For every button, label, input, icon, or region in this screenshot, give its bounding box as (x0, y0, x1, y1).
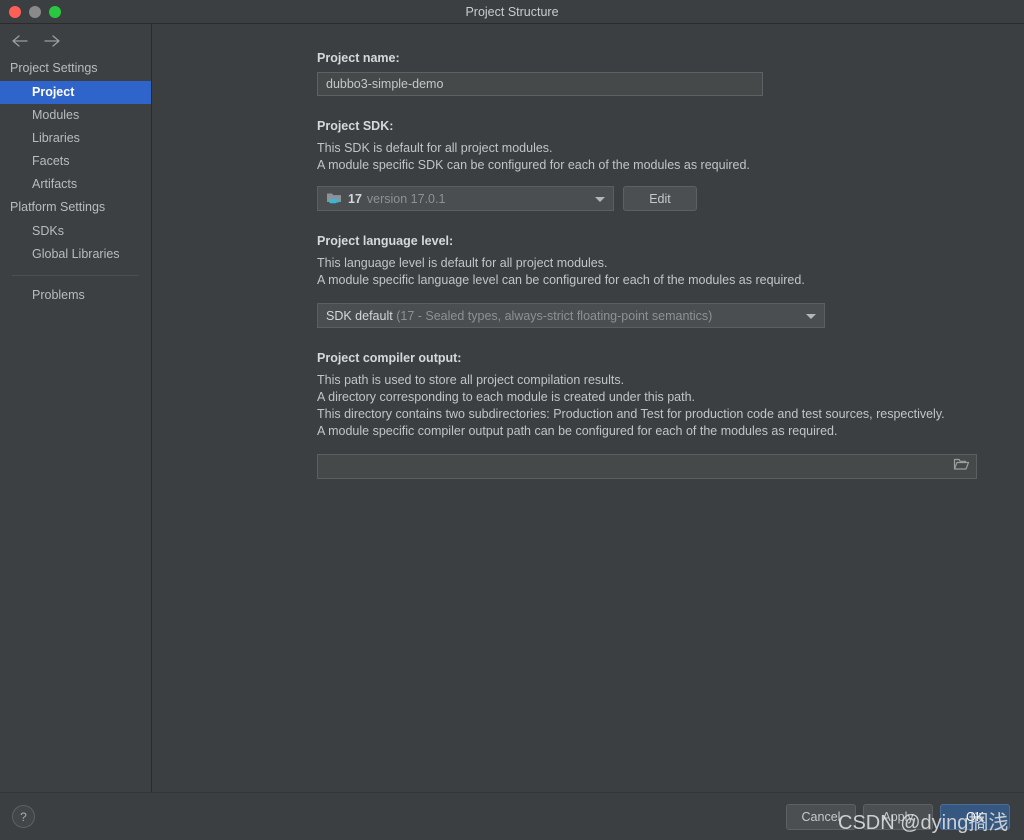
project-sdk-section: Project SDK: This SDK is default for all… (317, 118, 1024, 211)
compiler-output-desc-line4: A module specific compiler output path c… (317, 424, 838, 438)
sidebar-nav-arrows (0, 29, 151, 57)
cancel-button[interactable]: Cancel (786, 803, 856, 830)
forward-arrow-icon[interactable] (43, 33, 61, 49)
sidebar-item-facets[interactable]: Facets (0, 150, 151, 173)
sidebar-item-artifacts[interactable]: Artifacts (0, 173, 151, 196)
language-level-secondary: (17 - Sealed types, always-strict floati… (396, 308, 713, 323)
ok-button[interactable]: OK (940, 803, 1010, 830)
project-sdk-version: version 17.0.1 (366, 191, 446, 206)
compiler-output-desc-line3: This directory contains two subdirectori… (317, 407, 945, 421)
window-controls (0, 5, 61, 18)
folder-icon[interactable] (953, 457, 970, 476)
project-language-level-section: Project language level: This language le… (317, 233, 1024, 328)
project-sdk-name: 17 (348, 191, 362, 206)
window-title: Project Structure (465, 4, 559, 19)
language-level-desc-line1: This language level is default for all p… (317, 256, 608, 270)
sidebar-item-global-libraries[interactable]: Global Libraries (0, 243, 151, 266)
maximize-window-button[interactable] (49, 5, 61, 18)
sidebar-item-problems[interactable]: Problems (0, 284, 151, 307)
minimize-window-button[interactable] (29, 5, 41, 18)
sidebar-divider (12, 275, 139, 276)
sidebar-group-project-settings: Project Settings (10, 61, 98, 75)
chevron-down-icon (806, 313, 816, 319)
language-level-combobox[interactable]: SDK default (17 - Sealed types, always-s… (317, 303, 825, 328)
project-structure-dialog: Project Structure Project Settings Proje… (0, 0, 1024, 840)
project-sdk-desc-line1: This SDK is default for all project modu… (317, 141, 553, 155)
compiler-output-path-input[interactable] (317, 454, 977, 479)
dialog-footer: ? Cancel Apply OK (0, 792, 1024, 840)
footer-button-group: Cancel Apply OK (786, 803, 1010, 830)
dialog-body: Project Settings Project Modules Librari… (0, 24, 1024, 792)
sidebar-item-project[interactable]: Project (0, 81, 151, 104)
sidebar-item-libraries[interactable]: Libraries (0, 127, 151, 150)
edit-sdk-button[interactable]: Edit (623, 186, 697, 211)
project-compiler-output-section: Project compiler output: This path is us… (317, 350, 1024, 479)
help-button[interactable]: ? (12, 805, 35, 828)
close-window-button[interactable] (9, 5, 21, 18)
project-sdk-combobox[interactable]: 17 version 17.0.1 (317, 186, 614, 211)
project-name-input[interactable] (317, 72, 763, 96)
compiler-output-desc-line1: This path is used to store all project c… (317, 373, 625, 387)
project-sdk-desc-line2: A module specific SDK can be configured … (317, 158, 750, 172)
project-sdk-label: Project SDK: (317, 119, 394, 133)
compiler-output-desc-line2: A directory corresponding to each module… (317, 390, 695, 404)
chevron-down-icon (595, 196, 605, 202)
jdk-folder-icon (326, 191, 342, 206)
sidebar-item-modules[interactable]: Modules (0, 104, 151, 127)
language-level-desc-line2: A module specific language level can be … (317, 273, 805, 287)
title-bar: Project Structure (0, 0, 1024, 24)
language-level-primary: SDK default (326, 308, 393, 323)
sidebar-item-sdks[interactable]: SDKs (0, 220, 151, 243)
project-name-section: Project name: (317, 50, 1024, 96)
settings-main-panel: Project name: Project SDK: This SDK is d… (152, 24, 1024, 792)
sidebar-group-platform-settings: Platform Settings (10, 200, 106, 214)
apply-button[interactable]: Apply (863, 803, 933, 830)
settings-sidebar: Project Settings Project Modules Librari… (0, 24, 152, 792)
compiler-output-label: Project compiler output: (317, 351, 462, 365)
language-level-label: Project language level: (317, 234, 454, 248)
back-arrow-icon[interactable] (11, 33, 29, 49)
project-name-label: Project name: (317, 51, 400, 65)
